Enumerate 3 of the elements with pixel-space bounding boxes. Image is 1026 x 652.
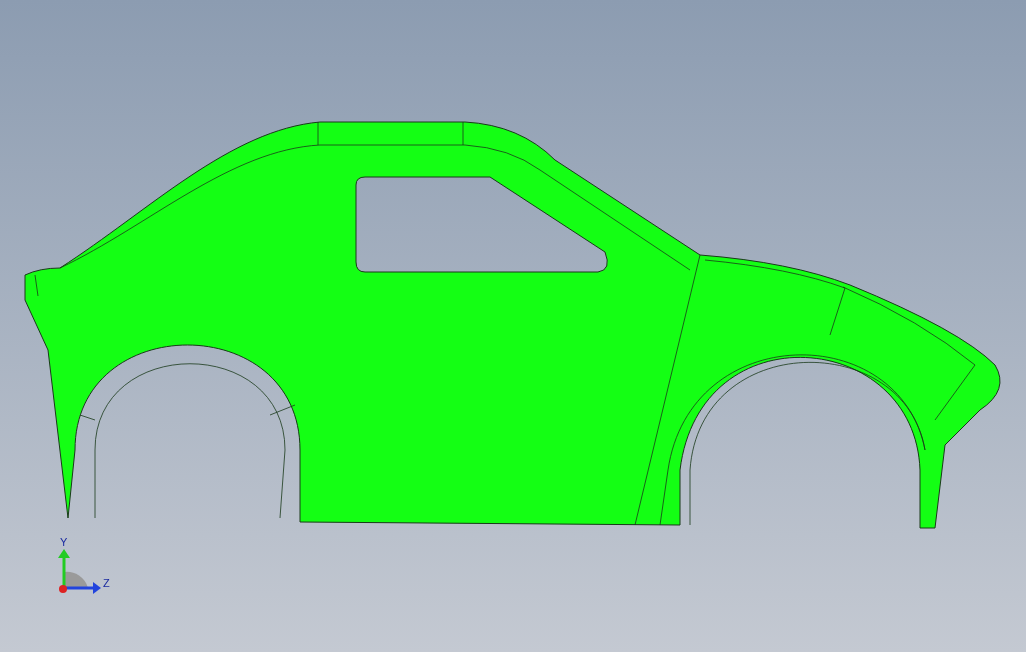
y-axis-label: Y bbox=[60, 536, 68, 548]
axis-triad-icon bbox=[58, 549, 101, 594]
z-axis-label: Z bbox=[103, 577, 110, 589]
